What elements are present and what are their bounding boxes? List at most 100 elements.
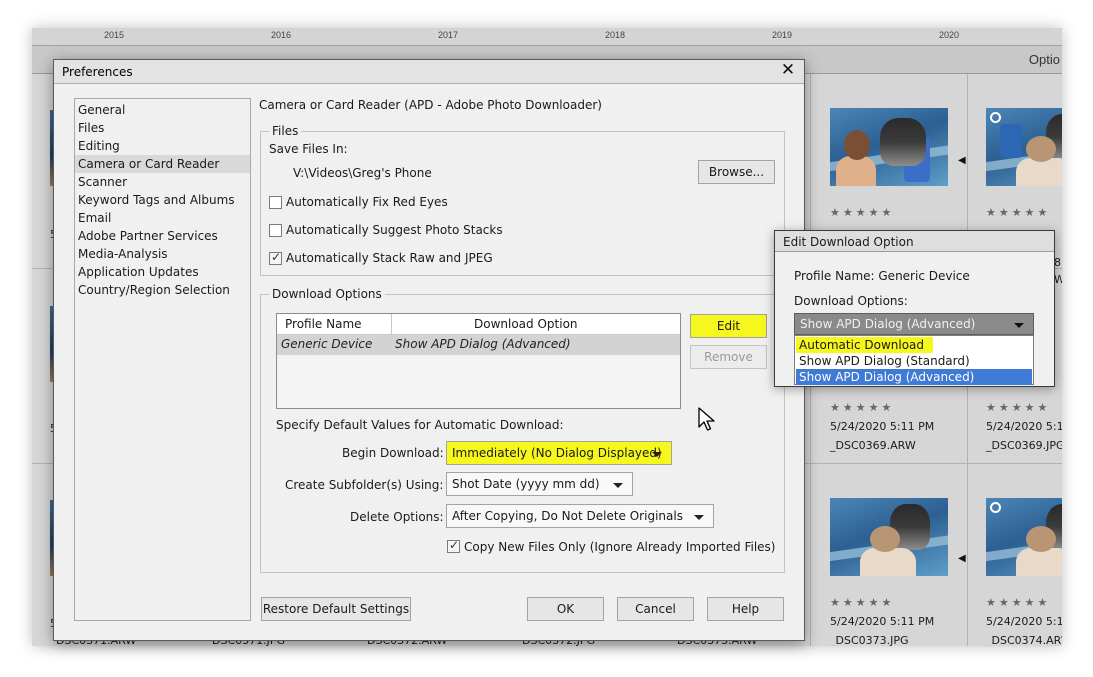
download-option-select[interactable]: Show APD Dialog (Advanced) [794,313,1034,335]
column-header[interactable]: Profile Name [285,317,362,331]
select-value: Shot Date (yyyy mm dd) [452,477,600,491]
item-date: 5/24/2020 5:11 [986,420,1062,433]
photo-thumbnail[interactable] [830,108,948,186]
rating-stars[interactable]: ★★★★★ [986,596,1050,609]
nav-item-keyword-tags[interactable]: Keyword Tags and Albums [75,191,250,209]
checkbox-label: Automatically Stack Raw and JPEG [286,251,493,265]
stack-expand-icon[interactable]: ◀ [958,553,966,564]
dialog-title: Preferences [62,65,133,79]
edit-button[interactable]: Edit [690,314,767,338]
restore-defaults-button[interactable]: Restore Default Settings [261,597,411,621]
nav-item-application-updates[interactable]: Application Updates [75,263,250,281]
save-files-in-label: Save Files In: [269,142,348,156]
table-header: Profile Name Download Option [277,314,680,335]
cancel-button[interactable]: Cancel [617,597,694,621]
profile-name-cell: Generic Device [281,337,373,351]
subfolder-select[interactable]: Shot Date (yyyy mm dd) [446,472,633,496]
begin-download-label: Begin Download: [342,446,444,460]
rating-stars[interactable]: ★★★★★ [830,206,894,219]
item-date: 5/24/2020 5:11 PM [830,420,935,433]
timeline-year[interactable]: 2017 [438,30,458,40]
group-legend: Files [269,124,302,138]
rating-stars[interactable]: ★★★★★ [830,596,894,609]
nav-item-camera-card-reader[interactable]: Camera or Card Reader [75,155,250,173]
photo-thumbnail[interactable] [986,498,1062,576]
begin-download-select[interactable]: Immediately (No Dialog Displayed) [446,441,672,465]
stack-raw-jpeg-checkbox[interactable] [269,250,282,265]
option-show-apd-standard[interactable]: Show APD Dialog (Standard) [796,353,970,369]
copy-new-only-checkbox[interactable] [447,538,460,553]
remove-button[interactable]: Remove [690,345,767,369]
nav-item-country-region[interactable]: Country/Region Selection [75,281,250,299]
dialog-titlebar[interactable]: Preferences ✕ [54,60,804,84]
photo-thumbnail[interactable] [986,108,1062,186]
stack-expand-icon[interactable]: ◀ [958,155,966,166]
column-header[interactable]: Download Option [474,317,578,331]
timeline-year[interactable]: 2020 [939,30,959,40]
chevron-down-icon [1014,323,1024,328]
nav-item-adobe-partner-services[interactable]: Adobe Partner Services [75,227,250,245]
chevron-down-icon [694,515,704,520]
item-text-fragment: W [1054,273,1062,286]
checkbox-label: Automatically Suggest Photo Stacks [286,223,503,237]
nav-item-files[interactable]: Files [75,119,250,137]
nav-item-media-analysis[interactable]: Media-Analysis [75,245,250,263]
option-show-apd-advanced[interactable]: Show APD Dialog (Advanced) [796,369,1032,385]
subfolder-label: Create Subfolder(s) Using: [285,478,444,492]
edit-download-option-dialog: Edit Download Option Profile Name: Gener… [774,230,1055,387]
dialog-titlebar[interactable]: Edit Download Option [775,231,1054,252]
delete-options-label: Delete Options: [350,510,444,524]
options-menu-label[interactable]: Optio [1029,52,1060,67]
files-group: Files Save Files In: V:\Videos\Greg's Ph… [260,124,785,276]
nav-item-scanner[interactable]: Scanner [75,173,250,191]
profile-name-label: Profile Name: Generic Device [794,269,970,283]
save-path-value: V:\Videos\Greg's Phone [293,166,432,180]
item-text-fragment: 8 [1054,256,1061,269]
timeline-year[interactable]: 2019 [772,30,792,40]
nav-item-general[interactable]: General [75,101,250,119]
rating-stars[interactable]: ★★★★★ [986,206,1050,219]
checkbox-label: Automatically Fix Red Eyes [286,195,448,209]
item-filename: _DSC0369.ARW [830,439,916,452]
photo-thumbnail[interactable] [830,498,948,576]
rating-stars[interactable]: ★★★★★ [986,401,1050,414]
timeline-year[interactable]: 2015 [104,30,124,40]
item-filename: _DSC0373.JPG [830,634,909,646]
download-profiles-table: Profile Name Download Option Generic Dev… [276,313,681,409]
option-automatic-download[interactable]: Automatic Download [796,337,933,353]
item-filename: _DSC0374.ARW [986,634,1062,646]
item-filename: _DSC0369.JPG [986,439,1062,452]
table-row[interactable]: Generic Device Show APD Dialog (Advanced… [277,335,680,355]
group-legend: Download Options [269,287,385,301]
rotate-icon [990,112,1001,123]
timeline-year[interactable]: 2016 [271,30,291,40]
select-value: After Copying, Do Not Delete Originals [452,509,683,523]
timeline-year[interactable]: 2018 [605,30,625,40]
timeline-bar[interactable]: 2015 2016 2017 2018 2019 2020 [32,28,1062,46]
panel-heading: Camera or Card Reader (APD - Adobe Photo… [259,98,602,112]
fix-red-eyes-checkbox[interactable] [269,196,282,209]
help-button[interactable]: Help [707,597,784,621]
media-item[interactable]: ★★★★★ 5/24/2020 5:11 _DSC0374.ARW [986,498,1062,646]
download-options-label: Download Options: [794,294,908,308]
download-option-dropdown-list: Automatic Download Show APD Dialog (Stan… [794,335,1034,385]
dialog-title: Edit Download Option [783,235,914,249]
rotate-icon [990,502,1001,513]
browse-button[interactable]: Browse... [698,160,775,184]
mouse-cursor-icon [698,407,715,431]
preferences-nav: General Files Editing Camera or Card Rea… [74,98,251,621]
checkbox-label: Copy New Files Only (Ignore Already Impo… [464,540,776,554]
ok-button[interactable]: OK [527,597,604,621]
suggest-stacks-checkbox[interactable] [269,224,282,237]
preferences-dialog: Preferences ✕ General Files Editing Came… [53,59,805,641]
chevron-down-icon [652,452,662,457]
item-date: 5/24/2020 5:11 PM [830,615,935,628]
nav-item-editing[interactable]: Editing [75,137,250,155]
select-value: Show APD Dialog (Advanced) [800,317,976,331]
rating-stars[interactable]: ★★★★★ [830,401,894,414]
nav-item-email[interactable]: Email [75,209,250,227]
media-item[interactable]: ◀ ★★★★★ 5/24/2020 5:11 PM _DSC0373.JPG [830,498,980,646]
close-icon[interactable]: ✕ [778,60,798,80]
delete-options-select[interactable]: After Copying, Do Not Delete Originals [446,504,714,528]
download-option-cell: Show APD Dialog (Advanced) [395,337,571,351]
